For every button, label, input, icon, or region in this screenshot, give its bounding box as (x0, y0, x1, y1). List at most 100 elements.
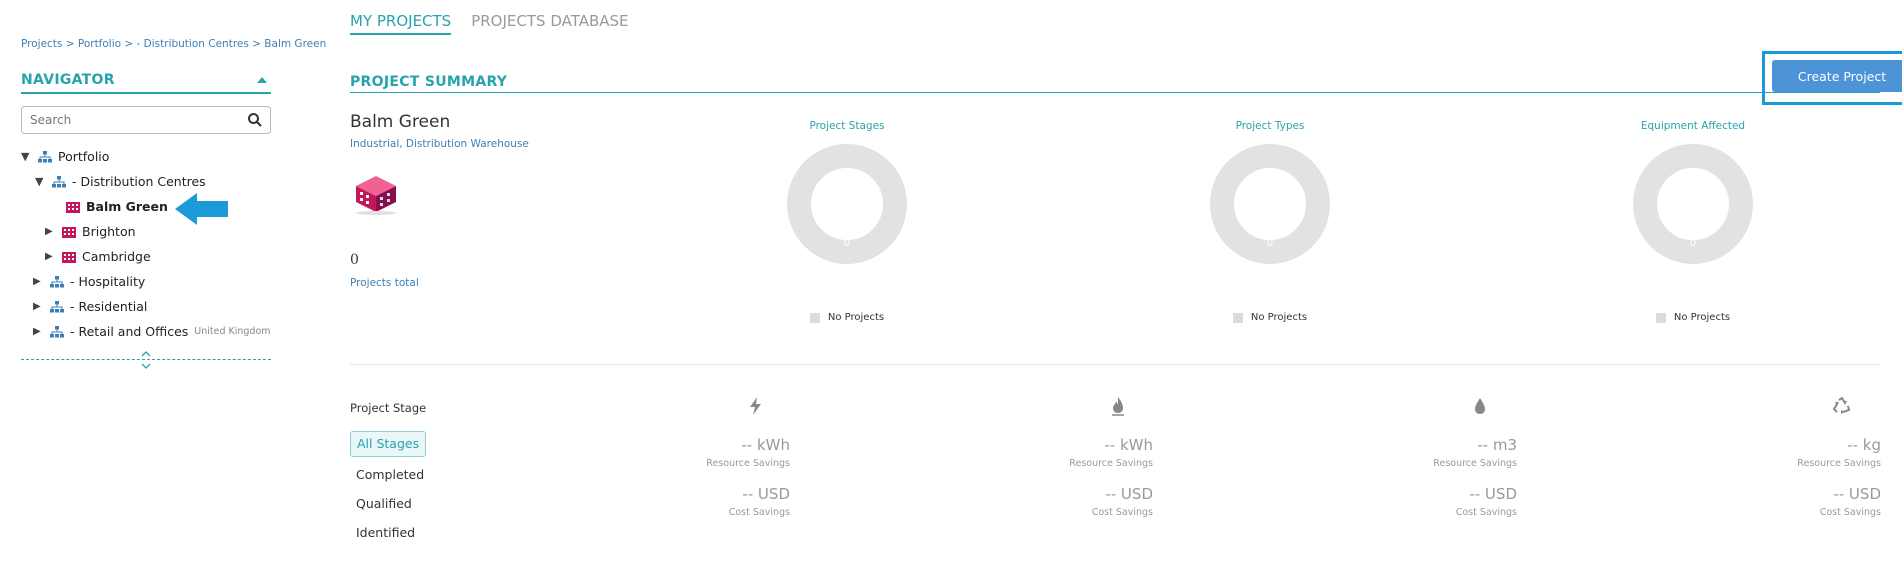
donut-value: 0 (1689, 238, 1697, 249)
donut-value: 0 (843, 238, 851, 249)
tree-item-label[interactable]: - Distribution Centres (72, 174, 206, 189)
metric-electricity: -- kWh Resource Savings -- USD Cost Savi… (590, 436, 790, 518)
legend-swatch (1655, 312, 1666, 323)
tree-item-label[interactable]: - Retail and Offices (70, 324, 188, 339)
tree-item-label[interactable]: Brighton (82, 224, 136, 239)
donut-chart: 0 (1210, 144, 1330, 264)
tree-item-residential[interactable]: ▶ - Residential (21, 294, 271, 319)
navigator-title: NAVIGATOR (21, 72, 115, 88)
project-stage-title: Project Stage (350, 401, 427, 415)
tree-item-portfolio[interactable]: ▼ Portfolio (21, 144, 271, 169)
create-project-button[interactable]: Create Project (1772, 60, 1902, 92)
chart-title: Project Types (1235, 120, 1305, 132)
resource-savings-value: -- m3 (1477, 436, 1517, 454)
tree-item-label[interactable]: Portfolio (58, 149, 109, 164)
tree-item-label[interactable]: Balm Green (86, 199, 168, 214)
lightning-icon (750, 397, 761, 415)
site-type[interactable]: Industrial, Distribution Warehouse (350, 138, 529, 150)
expand-icon[interactable]: ▶ (45, 226, 59, 237)
donut-chart: 0 (787, 144, 907, 264)
chart-title: Equipment Affected (1640, 120, 1746, 132)
hierarchy-icon (50, 275, 64, 287)
cost-savings-label: Cost Savings (1455, 507, 1517, 518)
breadcrumb[interactable]: Projects > Portfolio > - Distribution Ce… (21, 38, 326, 50)
expand-icon[interactable]: ▶ (45, 251, 59, 262)
search-icon[interactable] (247, 112, 263, 128)
projects-total-count: 0 (350, 252, 359, 268)
chart-project-stages: Project Stages 0 No Projects (747, 120, 947, 323)
chart-legend: No Projects (747, 312, 947, 323)
chart-title: Project Stages (809, 120, 885, 132)
resize-handle-icon[interactable] (140, 349, 152, 371)
navigator-panel: NAVIGATOR ▼ Portfolio ▼ (21, 72, 271, 344)
cost-savings-label: Cost Savings (1091, 507, 1153, 518)
tree-item-sublabel: United Kingdom (194, 326, 271, 337)
building-icon (62, 226, 76, 238)
chart-legend: No Projects (1170, 312, 1370, 323)
tree-item-balm-green[interactable]: Balm Green (21, 194, 271, 219)
expand-icon[interactable]: ▶ (33, 276, 47, 287)
cost-savings-value: -- USD (1833, 485, 1881, 503)
pointer-arrow-icon (175, 193, 228, 225)
projects-total-label[interactable]: Projects total (350, 277, 419, 289)
tree-item-brighton[interactable]: ▶ Brighton (21, 219, 271, 244)
tab-projects-database[interactable]: PROJECTS DATABASE (471, 12, 628, 35)
section-divider (350, 364, 1880, 365)
stage-identified[interactable]: Identified (350, 518, 426, 547)
resource-savings-value: -- kg (1847, 436, 1881, 454)
tab-my-projects[interactable]: MY PROJECTS (350, 12, 452, 35)
hierarchy-icon (38, 150, 52, 162)
legend-swatch (809, 312, 820, 323)
resource-savings-value: -- kWh (1104, 436, 1153, 454)
resource-savings-value: -- kWh (741, 436, 790, 454)
metric-waste: -- kg Resource Savings -- USD Cost Savin… (1681, 436, 1881, 518)
project-summary-title: PROJECT SUMMARY (350, 74, 508, 90)
cost-savings-value: -- USD (742, 485, 790, 503)
cost-savings-value: -- USD (1105, 485, 1153, 503)
stage-completed[interactable]: Completed (350, 460, 426, 489)
tree-item-retail-and-offices[interactable]: ▶ - Retail and Offices United Kingdom (21, 319, 271, 344)
cost-savings-value: -- USD (1469, 485, 1517, 503)
tree-item-cambridge[interactable]: ▶ Cambridge (21, 244, 271, 269)
search-input[interactable] (21, 106, 271, 134)
expand-icon[interactable]: ▶ (33, 326, 47, 337)
create-project-highlight: Create Project (1762, 51, 1902, 105)
tree-item-label[interactable]: - Hospitality (70, 274, 145, 289)
summary-divider (350, 92, 1880, 93)
chart-equipment-affected: Equipment Affected 0 No Projects (1593, 120, 1793, 323)
collapse-icon[interactable]: ▼ (35, 175, 49, 188)
resource-savings-label: Resource Savings (1797, 458, 1881, 469)
resource-savings-label: Resource Savings (706, 458, 790, 469)
stage-all-stages[interactable]: All Stages (350, 431, 427, 457)
metric-water: -- m3 Resource Savings -- USD Cost Savin… (1317, 436, 1517, 518)
legend-swatch (1232, 312, 1243, 323)
donut-value: 0 (1266, 238, 1274, 249)
navigator-header: NAVIGATOR (21, 72, 271, 94)
hierarchy-icon (50, 300, 64, 312)
water-drop-icon (1475, 398, 1485, 414)
chart-project-types: Project Types 0 No Projects (1170, 120, 1370, 323)
building-icon (66, 201, 80, 213)
site-name: Balm Green (350, 112, 451, 132)
collapse-navigator-icon[interactable] (257, 77, 267, 83)
expand-icon[interactable]: ▶ (33, 301, 47, 312)
tree-item-hospitality[interactable]: ▶ - Hospitality (21, 269, 271, 294)
hierarchy-icon (50, 325, 64, 337)
donut-chart: 0 (1633, 144, 1753, 264)
tree-item-label[interactable]: - Residential (70, 299, 147, 314)
navigator-search (21, 106, 271, 134)
stage-qualified[interactable]: Qualified (350, 489, 426, 518)
cost-savings-label: Cost Savings (728, 507, 790, 518)
cost-savings-label: Cost Savings (1819, 507, 1881, 518)
legend-label: No Projects (1250, 312, 1308, 323)
project-stage-filter: All Stages Completed Qualified Identifie… (350, 431, 427, 547)
building-icon (62, 251, 76, 263)
legend-label: No Projects (1673, 312, 1731, 323)
legend-label: No Projects (827, 312, 885, 323)
tree-item-distribution-centres[interactable]: ▼ - Distribution Centres (21, 169, 271, 194)
collapse-icon[interactable]: ▼ (21, 150, 35, 163)
navigator-tree: ▼ Portfolio ▼ - Distribution Centres Bal… (21, 144, 271, 344)
resource-savings-label: Resource Savings (1433, 458, 1517, 469)
recycle-icon (1832, 396, 1851, 414)
tree-item-label[interactable]: Cambridge (82, 249, 151, 264)
